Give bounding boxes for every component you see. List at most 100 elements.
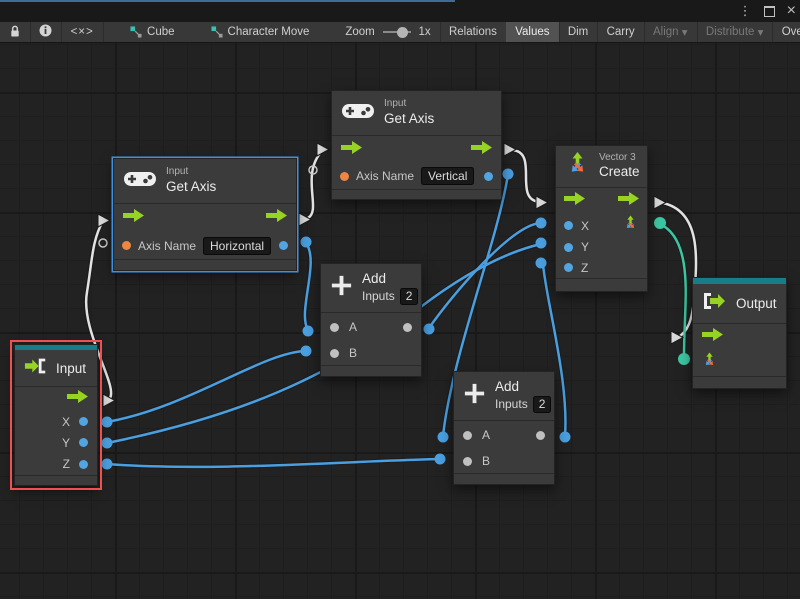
breadcrumb-character-move[interactable]: Character Move: [202, 22, 319, 42]
node-subtitle: Vector 3: [599, 152, 640, 165]
breadcrumb-cube-label: Cube: [147, 26, 175, 38]
axis-name-port[interactable]: [122, 241, 131, 250]
port-b-label: B: [482, 454, 490, 468]
chevron-down-icon: ▾: [682, 25, 688, 39]
node-footer: [114, 259, 296, 270]
node-add-1[interactable]: Add Inputs2 A B: [320, 263, 422, 377]
node-graph-input[interactable]: Input X Y Z: [14, 344, 98, 486]
relations-button[interactable]: Relations: [440, 22, 506, 42]
node-footer: [454, 473, 554, 484]
kebab-menu-icon[interactable]: ⋮: [739, 0, 752, 22]
flow-out-port-icon[interactable]: [266, 209, 287, 227]
node-title: Input: [56, 361, 86, 376]
flow-out-port-icon[interactable]: [618, 192, 639, 210]
port-z-label: Z: [63, 457, 70, 471]
node-header: InputGet Axis: [332, 91, 501, 135]
port-a-in[interactable]: [463, 431, 472, 440]
zoom-slider-handle[interactable]: [397, 27, 408, 38]
zoom-label: Zoom: [336, 22, 378, 42]
chevron-down-icon: ▾: [758, 25, 764, 39]
vector3-out-port-icon[interactable]: [622, 215, 639, 237]
values-button[interactable]: Values: [506, 22, 558, 42]
axis-name-label: Axis Name: [356, 169, 414, 183]
node-get-axis-horizontal[interactable]: InputGet Axis Axis Name Horizontal: [113, 158, 297, 271]
flow-in-port-icon[interactable]: [702, 328, 723, 346]
port-z-in[interactable]: [564, 263, 573, 272]
axis-value-out-port[interactable]: [484, 172, 493, 181]
node-title: Create: [599, 164, 640, 181]
port-x-label: X: [581, 219, 589, 233]
overview-button[interactable]: Overv: [773, 22, 800, 42]
flow-in-port-icon[interactable]: [564, 192, 585, 210]
node-header: Output: [693, 284, 786, 323]
port-x-label: X: [62, 415, 70, 429]
distribute-dropdown[interactable]: Distribute ▾: [697, 22, 773, 42]
axis-name-label: Axis Name: [138, 239, 196, 253]
focus-highlight-line: [0, 0, 455, 2]
port-y-out[interactable]: [79, 438, 88, 447]
node-header: Input: [15, 350, 97, 386]
axis-name-field[interactable]: Horizontal: [203, 237, 271, 255]
node-footer: [15, 475, 97, 485]
flow-out-port-icon[interactable]: [67, 390, 88, 408]
node-footer: [332, 189, 501, 199]
info-icon: [39, 24, 52, 40]
port-a-in[interactable]: [330, 323, 339, 332]
port-b-in[interactable]: [330, 349, 339, 358]
node-get-axis-vertical[interactable]: InputGet Axis Axis Name Vertical: [331, 90, 502, 200]
info-button[interactable]: [30, 22, 61, 42]
node-title: Output: [736, 296, 777, 311]
zoom-slider[interactable]: [383, 31, 411, 33]
inputs-count-field[interactable]: 2: [400, 288, 419, 305]
node-subtitle: Input: [166, 166, 216, 179]
sum-out-port[interactable]: [536, 431, 545, 440]
node-title: Get Axis: [384, 111, 434, 128]
node-graph-output[interactable]: Output: [692, 277, 787, 389]
sum-out-port[interactable]: [403, 323, 412, 332]
code-icon: <×>: [71, 26, 94, 38]
graph-input-icon: [24, 357, 48, 380]
gamepad-icon: [341, 101, 375, 126]
breadcrumb-character-move-label: Character Move: [228, 26, 310, 38]
close-icon[interactable]: ×: [787, 0, 796, 22]
carry-button[interactable]: Carry: [598, 22, 644, 42]
port-x-out[interactable]: [79, 417, 88, 426]
distribute-label: Distribute: [706, 26, 755, 38]
graph-ref-icon: [130, 26, 142, 38]
inputs-label: Inputs: [362, 289, 395, 304]
node-header: Add Inputs2: [454, 372, 554, 420]
port-x-in[interactable]: [564, 221, 573, 230]
node-subtitle: Input: [384, 98, 434, 111]
node-add-2[interactable]: Add Inputs2 A B: [453, 371, 555, 485]
code-view-button[interactable]: <×>: [62, 22, 103, 42]
axis-name-field[interactable]: Vertical: [421, 167, 474, 185]
flow-in-port-icon[interactable]: [123, 209, 144, 227]
port-b-in[interactable]: [463, 457, 472, 466]
align-dropdown[interactable]: Align ▾: [644, 22, 697, 42]
node-header: Add Inputs 2: [321, 264, 421, 312]
node-footer: [556, 278, 647, 291]
add-icon: [462, 381, 487, 411]
graph-toolbar: <×> Cube Character Move Zoom 1x Relation…: [0, 22, 800, 43]
node-vector3-create[interactable]: Vector 3Create X Y Z: [555, 145, 648, 292]
lock-button[interactable]: [0, 22, 30, 42]
flow-out-port-icon[interactable]: [471, 141, 492, 159]
node-title: Add: [362, 271, 418, 288]
tab-bar: ⋮ ×: [0, 0, 800, 22]
port-b-label: B: [349, 346, 357, 360]
node-title: Add: [495, 379, 551, 396]
maximize-icon[interactable]: [764, 6, 775, 17]
port-y-label: Y: [62, 436, 70, 450]
node-footer: [693, 376, 786, 388]
axis-name-port[interactable]: [340, 172, 349, 181]
axis-value-out-port[interactable]: [279, 241, 288, 250]
graph-output-icon: [702, 292, 728, 315]
inputs-count-field[interactable]: 2: [533, 396, 552, 413]
dim-button[interactable]: Dim: [559, 22, 597, 42]
port-y-in[interactable]: [564, 243, 573, 252]
port-z-out[interactable]: [79, 460, 88, 469]
breadcrumb-cube[interactable]: Cube: [121, 22, 184, 42]
vector3-icon: [564, 151, 591, 183]
flow-in-port-icon[interactable]: [341, 141, 362, 159]
vector3-in-port-icon[interactable]: [701, 352, 718, 374]
